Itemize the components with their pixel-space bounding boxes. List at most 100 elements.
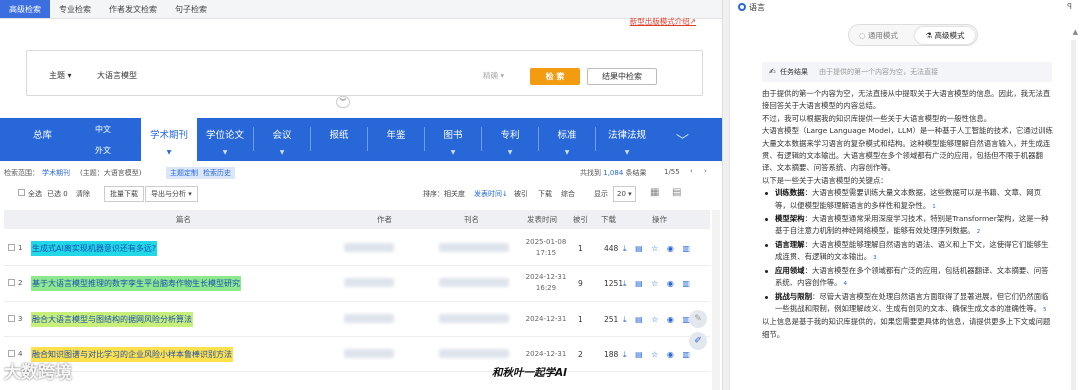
sort-date[interactable]: 发表时间↓ — [474, 189, 508, 199]
search-button[interactable]: 检 索 — [530, 68, 580, 85]
sort-relevance[interactable]: 相关度 — [444, 189, 465, 199]
download-count[interactable]: 448 — [604, 244, 618, 253]
match-option[interactable]: 精确 ▾ — [483, 70, 504, 81]
lang-chinese[interactable]: 中文 — [85, 119, 121, 140]
next-page-icon[interactable]: › — [704, 167, 707, 175]
tab-author-search[interactable]: 作者发文检索 — [100, 0, 166, 18]
collapse-toggle-icon[interactable]: ︾ — [336, 96, 350, 108]
cited-count[interactable]: 2 — [578, 350, 583, 359]
task-icon: ✍ — [769, 67, 776, 76]
prev-page-icon[interactable]: ‹ — [690, 167, 693, 175]
download-count[interactable]: 251 — [604, 315, 618, 324]
result-total: 共找到 1,084 条结果 — [580, 169, 647, 177]
category-newspaper[interactable]: 报纸 — [311, 118, 367, 161]
task-result-bar[interactable]: ✍ 任务结果 由于提供的第一个内容为空，无法直接 — [762, 62, 1052, 82]
field-select[interactable]: 主题 ▾ — [49, 70, 72, 81]
mode-advanced[interactable]: ⚗ 高级模式 — [915, 27, 975, 44]
cited-count[interactable]: 1 — [578, 244, 583, 253]
edit-icon[interactable]: ✐ — [689, 332, 707, 350]
panel-divider[interactable] — [722, 0, 730, 390]
category-conference[interactable]: 会议 ▼ — [254, 118, 310, 161]
citation-ref[interactable]: 2 — [977, 226, 981, 238]
category-patents[interactable]: 专利 ▼ — [482, 118, 538, 161]
new-publishing-link[interactable]: 新型出版模式介绍↗ — [630, 16, 696, 27]
category-standards[interactable]: 标准 ▼ — [539, 118, 595, 161]
col-date[interactable]: 发表时间 — [527, 210, 557, 229]
topic-custom-button[interactable]: 主题定制 — [166, 167, 202, 179]
scope-label: 检索范围： — [4, 169, 39, 177]
citation-ref[interactable]: 1 — [932, 201, 936, 213]
sort-downloads[interactable]: 下载 — [538, 189, 552, 199]
key-points-list: 训练数据：大语言模型需要训练大量文本数据，这些数据可以是书籍、文章、网页等，以便… — [765, 187, 1054, 317]
paper-title-link[interactable]: 基于大语言模型推理的数字孪生平台脑寿作物生长模型研究 — [31, 276, 241, 291]
category-law[interactable]: 法律法规 ▼ — [596, 118, 658, 161]
col-cited[interactable]: 被引 — [573, 210, 588, 229]
answer-paragraph: 以下是一些关于大语言模型的关键点： — [762, 175, 888, 185]
col-title[interactable]: 篇名 — [176, 210, 191, 229]
list-item: 挑战与限制：尽管大语言模型在处理自然语言方面取得了显著进展，但它们仍然面临一些挑… — [765, 291, 1054, 317]
batch-download-button[interactable]: 批量下载 — [104, 186, 144, 202]
category-journals[interactable]: 学术期刊 ▼ — [141, 118, 197, 161]
row-actions[interactable]: ⤓ ▤ ☆ ◉ ▥ — [623, 244, 693, 254]
search-in-results-button[interactable]: 结果中检索 — [587, 68, 657, 85]
paper-title-link[interactable]: 融合大语言模型与图结构的据网风险分析算法 — [31, 312, 193, 327]
publish-date: 2024-12-31 — [525, 350, 567, 358]
sort-cited[interactable]: 被引 — [514, 189, 528, 199]
row-checkbox[interactable] — [8, 244, 15, 251]
pin-icon[interactable]: ꟼ — [1067, 2, 1072, 11]
category-theses[interactable]: 学位论文 ▼ — [197, 118, 253, 161]
expand-categories-icon[interactable]: ﹀ — [676, 130, 689, 149]
results-scrollbar[interactable] — [712, 210, 720, 390]
author-blurred — [344, 349, 394, 358]
cited-count[interactable]: 1 — [578, 315, 583, 324]
col-downloads[interactable]: 下载 — [601, 210, 616, 229]
download-count[interactable]: 188 — [604, 350, 618, 359]
category-books[interactable]: 图书 ▼ — [425, 118, 481, 161]
category-yearbook[interactable]: 年鉴 — [368, 118, 424, 161]
citation-ref[interactable]: 4 — [844, 278, 848, 290]
table-row: 2 基于大语言模型推理的数字孪生平台脑寿作物生长模型研究 2024-12-31 1… — [4, 266, 710, 302]
select-all-checkbox[interactable] — [18, 189, 25, 196]
scroll-up-icon[interactable]: ▲ — [1073, 28, 1078, 36]
tab-advanced-search[interactable]: 高级检索 — [0, 0, 50, 18]
comment-icon[interactable]: ✎ — [689, 310, 707, 328]
task-label: 任务结果 — [780, 68, 808, 76]
tab-sentence-search[interactable]: 句子检索 — [166, 0, 216, 18]
scope-value[interactable]: 学术期刊 — [42, 168, 70, 178]
grid-view-icon[interactable]: ▦ — [650, 187, 659, 198]
search-input[interactable]: 大语言模型 — [97, 70, 137, 81]
clear-button[interactable]: 清除 — [76, 189, 90, 199]
row-checkbox[interactable] — [8, 315, 15, 322]
list-item: 语言理解：大语言模型能够理解自然语言的语法、语义和上下文，这使得它们能够生成连贯… — [765, 239, 1054, 265]
task-summary: 由于提供的第一个内容为空，无法直接 — [819, 68, 938, 76]
query-summary: (主题：大语言模型) — [80, 169, 142, 177]
journal-blurred — [439, 243, 509, 252]
table-row: 1 生成式AI离实现机器意识还有多远? 2025-01-08 17:15 1 44… — [4, 231, 710, 266]
row-actions[interactable]: ⤓ ▤ ☆ ◉ ▥ — [623, 350, 693, 360]
tab-professional-search[interactable]: 专业检索 — [50, 0, 100, 18]
sort-overall[interactable]: 综合 — [561, 189, 575, 199]
search-history-button[interactable]: 检索历史 — [199, 167, 235, 179]
list-item: 模型架构：大语言模型通常采用深度学习技术，特别是Transformer架构，这是… — [765, 213, 1054, 239]
lang-foreign[interactable]: 外文 — [85, 140, 121, 161]
author-blurred — [344, 278, 394, 287]
row-actions[interactable]: ⤓ ▤ ☆ ◉ ▥ — [623, 315, 693, 325]
row-checkbox[interactable] — [8, 279, 15, 286]
col-ops: 操作 — [652, 215, 667, 224]
category-all[interactable]: 总库 — [0, 118, 85, 161]
export-analysis-button[interactable]: 导出与分析 ▾ — [145, 186, 198, 202]
page-size-select[interactable]: 20 ▾ — [613, 186, 636, 202]
row-actions[interactable]: ⤓ ▤ ☆ ◉ ▥ — [623, 279, 693, 289]
col-author: 作者 — [377, 215, 392, 224]
search-tabs: 高级检索 专业检索 作者发文检索 句子检索 — [0, 0, 722, 19]
citation-ref[interactable]: 3 — [873, 252, 877, 264]
row-checkbox[interactable] — [8, 350, 15, 357]
mode-basic[interactable]: ◌ 通用模式 — [859, 30, 898, 41]
cited-count[interactable]: 9 — [578, 279, 583, 288]
select-all-label[interactable]: 全选 — [28, 189, 42, 199]
list-view-icon[interactable]: ▤ — [672, 187, 681, 198]
panel-scrollbar[interactable] — [1071, 40, 1076, 390]
download-count[interactable]: 1251 — [604, 279, 623, 288]
paper-title-link[interactable]: 生成式AI离实现机器意识还有多远? — [31, 241, 158, 256]
citation-ref[interactable]: 5 — [1043, 304, 1047, 316]
